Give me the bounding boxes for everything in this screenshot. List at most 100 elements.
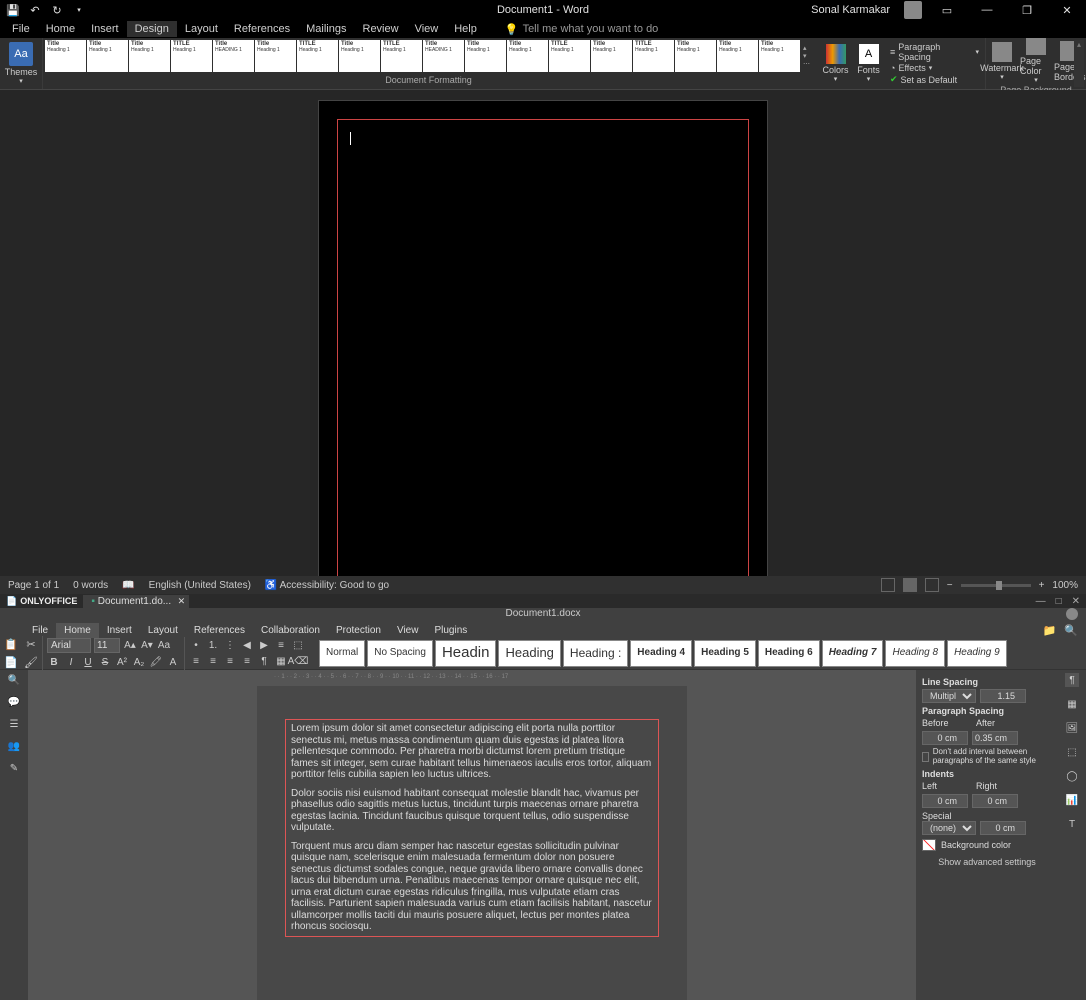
style-thumb[interactable]: TitleHeading 1 <box>129 40 170 72</box>
oo-menu-view[interactable]: View <box>389 623 427 638</box>
multilevel-icon[interactable]: ⋮ <box>223 639 237 653</box>
zoom-in-icon[interactable]: + <box>1039 580 1045 591</box>
highlight-icon[interactable]: 🖍 <box>149 655 163 669</box>
menu-view[interactable]: View <box>407 21 447 37</box>
oo-document-area[interactable]: · · 1 · · 2 · · 3 · · 4 · · 5 · · 6 · · … <box>28 670 916 1000</box>
user-icon[interactable] <box>1066 608 1078 620</box>
align-right-icon[interactable]: ≡ <box>223 655 237 669</box>
bullets-icon[interactable]: • <box>189 639 203 653</box>
paragraph[interactable]: Torquent mus arcu diam semper hac nascet… <box>291 841 653 933</box>
style-thumb[interactable]: TitleHeading 1 <box>465 40 506 72</box>
line-spacing-icon[interactable]: ≡ <box>274 639 288 653</box>
paragraph-spacing-button[interactable]: ≡Paragraph Spacing▾ <box>890 42 979 62</box>
special-indent-value[interactable] <box>980 821 1026 835</box>
oo-menu-collaboration[interactable]: Collaboration <box>253 623 328 638</box>
spacing-before[interactable] <box>922 731 968 745</box>
increase-indent-icon[interactable]: ▶ <box>257 639 271 653</box>
format-painter-icon[interactable]: 🖌 <box>24 656 38 670</box>
qat-more-icon[interactable]: ▾ <box>72 3 86 17</box>
header-settings-icon[interactable]: ⬚ <box>1065 745 1079 759</box>
menu-review[interactable]: Review <box>355 21 407 37</box>
special-indent-mode[interactable]: (none) <box>922 821 976 835</box>
menu-mailings[interactable]: Mailings <box>298 21 354 37</box>
navigation-icon[interactable]: ☰ <box>7 717 21 731</box>
shape-settings-icon[interactable]: ◯ <box>1065 769 1079 783</box>
oo-menu-protection[interactable]: Protection <box>328 623 389 638</box>
align-left-icon[interactable]: ≡ <box>189 655 203 669</box>
paste-icon[interactable]: 📄 <box>4 656 18 670</box>
chart-settings-icon[interactable]: 📊 <box>1065 793 1079 807</box>
style-thumb[interactable]: TITLEHeading 1 <box>549 40 590 72</box>
insert-field-icon[interactable]: ⬚ <box>291 639 305 653</box>
style-thumb[interactable]: TitleHeading 1 <box>87 40 128 72</box>
oo-open-location-icon[interactable]: 📁 <box>1043 624 1065 637</box>
style-heading6[interactable]: Heading 6 <box>758 640 820 667</box>
colors-button[interactable]: Colors▾ <box>820 41 851 87</box>
redo-icon[interactable]: ↻ <box>50 3 64 17</box>
feedback-icon[interactable]: ✎ <box>7 761 21 775</box>
style-thumb[interactable]: TITLEHeading 1 <box>297 40 338 72</box>
horizontal-ruler[interactable]: · · 1 · · 2 · · 3 · · 4 · · 5 · · 6 · · … <box>274 670 734 684</box>
zoom-slider[interactable] <box>961 584 1031 587</box>
undo-icon[interactable]: ↶ <box>28 3 42 17</box>
read-mode-icon[interactable] <box>881 578 895 592</box>
gallery-more-icon[interactable]: ▴▾⋯ <box>801 40 812 72</box>
italic-icon[interactable]: I <box>64 655 78 669</box>
align-center-icon[interactable]: ≡ <box>206 655 220 669</box>
tellme-search[interactable]: 💡 Tell me what you want to do <box>505 23 658 36</box>
search-icon[interactable]: 🔍 <box>7 673 21 687</box>
style-thumb[interactable]: TitleHEADING 1 <box>213 40 254 72</box>
decrease-indent-icon[interactable]: ◀ <box>240 639 254 653</box>
close-icon[interactable]: ✕ <box>1052 1 1082 19</box>
close-tab-icon[interactable]: ✕ <box>178 596 186 607</box>
oo-maximize-icon[interactable]: □ <box>1056 596 1062 607</box>
font-family-select[interactable] <box>47 638 91 653</box>
font-color-icon[interactable]: A <box>166 655 180 669</box>
oo-brand[interactable]: 📄ONLYOFFICE <box>0 596 83 607</box>
paragraph[interactable]: Dolor sociis nisi euismod habitant conse… <box>291 788 653 834</box>
restore-icon[interactable]: ❐ <box>1012 1 1042 19</box>
change-case-icon[interactable]: Aa <box>157 639 171 653</box>
menu-help[interactable]: Help <box>446 21 485 37</box>
menu-references[interactable]: References <box>226 21 298 37</box>
indent-left[interactable] <box>922 794 968 808</box>
style-normal[interactable]: Normal <box>319 640 365 667</box>
themes-button[interactable]: Aa Themes ▾ <box>4 41 38 87</box>
style-thumb[interactable]: TitleHeading 1 <box>507 40 548 72</box>
bgcolor-swatch[interactable] <box>922 839 936 851</box>
increase-font-icon[interactable]: A▴ <box>123 639 137 653</box>
shading-icon[interactable]: ▦ <box>274 655 288 669</box>
line-spacing-mode[interactable]: Multiple <box>922 689 976 703</box>
ribbon-display-icon[interactable]: ▭ <box>932 1 962 19</box>
word-page[interactable] <box>318 100 768 576</box>
style-nospacing[interactable]: No Spacing <box>367 640 433 667</box>
superscript-icon[interactable]: A² <box>115 655 129 669</box>
cut-icon[interactable]: ✂ <box>24 638 38 652</box>
style-heading3[interactable]: Heading : <box>563 640 628 667</box>
indent-right[interactable] <box>972 794 1018 808</box>
nonprinting-icon[interactable]: ¶ <box>257 655 271 669</box>
style-thumb[interactable]: TITLEHeading 1 <box>381 40 422 72</box>
menu-insert[interactable]: Insert <box>83 21 127 37</box>
style-thumb[interactable]: TITLEHeading 1 <box>633 40 674 72</box>
style-heading5[interactable]: Heading 5 <box>694 640 756 667</box>
page-color-button[interactable]: Page Color▾ <box>1020 38 1052 84</box>
spellcheck-icon[interactable]: 📖 <box>122 580 134 591</box>
style-thumb[interactable]: TITLEHeading 1 <box>171 40 212 72</box>
font-size-select[interactable] <box>94 638 120 653</box>
clear-style-icon[interactable]: A⌫ <box>291 655 305 669</box>
effects-button[interactable]: ◔Effects▾ <box>890 63 979 73</box>
no-interval-checkbox[interactable] <box>922 752 929 762</box>
comments-icon[interactable]: 💬 <box>7 695 21 709</box>
menu-file[interactable]: File <box>4 21 38 37</box>
style-thumb[interactable]: TitleHeading 1 <box>339 40 380 72</box>
style-thumb[interactable]: TitleHeading 1 <box>675 40 716 72</box>
page-content[interactable] <box>337 119 749 576</box>
paragraph-settings-icon[interactable]: ¶ <box>1065 673 1079 687</box>
paragraph[interactable]: Lorem ipsum dolor sit amet consectetur a… <box>291 723 653 781</box>
watermark-button[interactable]: Watermark▾ <box>986 38 1018 84</box>
language-status[interactable]: English (United States) <box>149 580 251 591</box>
bold-icon[interactable]: B <box>47 655 61 669</box>
subscript-icon[interactable]: A₂ <box>132 655 146 669</box>
web-layout-icon[interactable] <box>925 578 939 592</box>
